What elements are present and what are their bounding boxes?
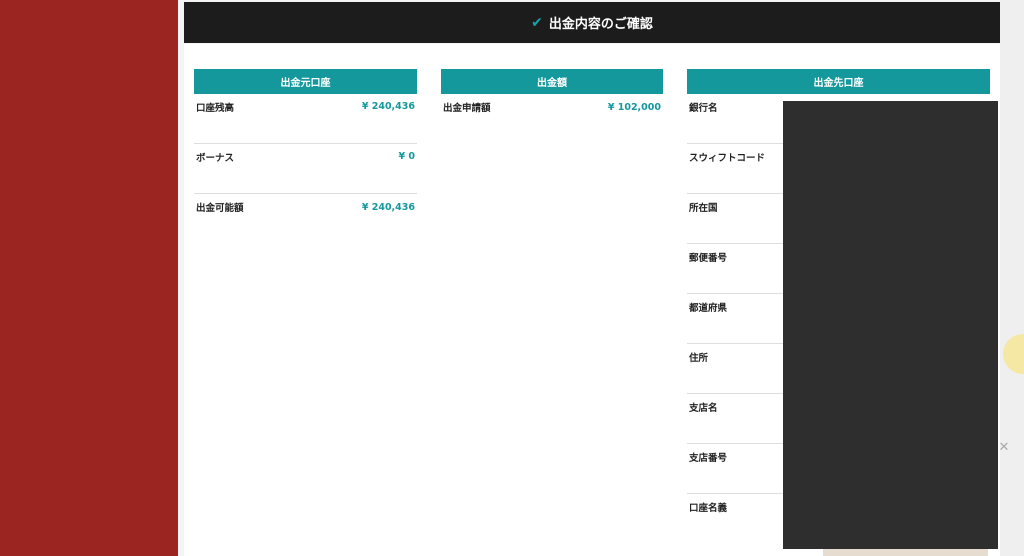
account-balance-row: 口座残高 ¥ 240,436	[194, 94, 417, 144]
amount-header: 出金額	[441, 69, 663, 94]
close-icon[interactable]: ✕	[997, 441, 1011, 455]
video-thumbnail	[823, 549, 988, 556]
redacted-overlay	[783, 101, 998, 549]
row-label: 口座残高	[196, 102, 235, 114]
source-account-header: 出金元口座	[194, 69, 417, 94]
row-value: ¥ 0	[398, 151, 415, 162]
row-value: ¥ 240,436	[361, 201, 415, 213]
confirmation-header: ✔ 出金内容のご確認	[184, 2, 1000, 43]
row-label: スウィフトコード	[689, 152, 766, 164]
row-label: 郵便番号	[689, 252, 728, 264]
check-icon: ✔	[531, 14, 543, 31]
row-label: 所在国	[689, 202, 718, 214]
row-label: 出金可能額	[196, 203, 244, 214]
right-gutter	[1000, 0, 1024, 556]
destination-account-header: 出金先口座	[687, 69, 990, 94]
source-account-section: 出金元口座 口座残高 ¥ 240,436 ボーナス ¥ 0 出金可能額 ¥ 24…	[194, 69, 417, 244]
row-label: 出金申請額	[443, 103, 491, 114]
bonus-row: ボーナス ¥ 0	[194, 144, 417, 194]
row-label: 支店番号	[689, 452, 728, 464]
withdrawable-amount-row: 出金可能額 ¥ 240,436	[194, 194, 417, 244]
amount-section: 出金額 出金申請額 ¥ 102,000	[441, 69, 663, 144]
requested-amount-row: 出金申請額 ¥ 102,000	[441, 94, 663, 144]
row-label: 口座名義	[689, 503, 728, 514]
page-title: 出金内容のご確認	[548, 17, 653, 32]
row-value: ¥ 240,436	[361, 101, 415, 112]
row-label: ボーナス	[196, 152, 235, 164]
row-label: 支店名	[689, 402, 718, 414]
row-label: 銀行名	[689, 102, 718, 114]
row-value: ¥ 102,000	[607, 101, 661, 113]
row-label: 都道府県	[689, 302, 728, 314]
row-label: 住所	[689, 352, 709, 364]
left-panel	[0, 0, 178, 556]
